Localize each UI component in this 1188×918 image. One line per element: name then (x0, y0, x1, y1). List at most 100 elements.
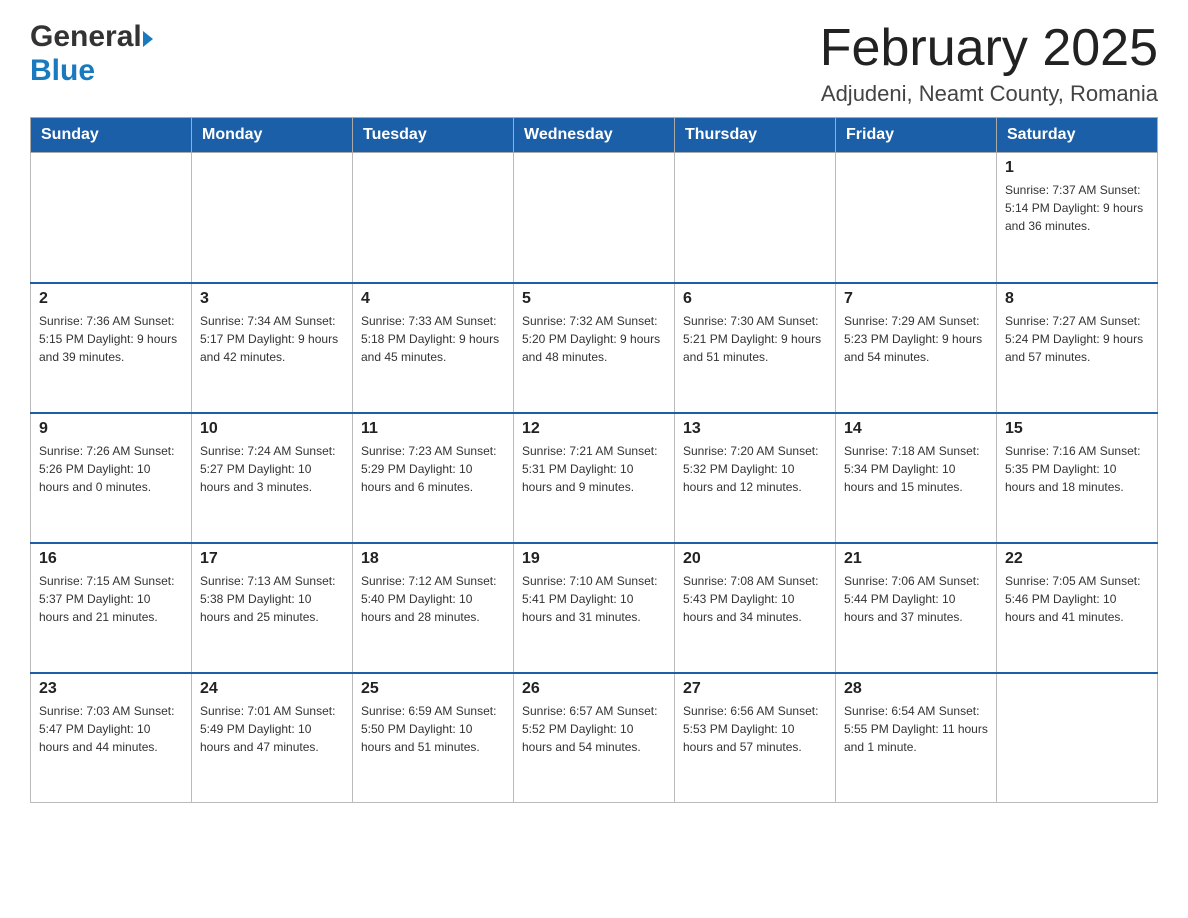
day-number: 11 (361, 420, 505, 438)
table-row: 21 Sunrise: 7:06 AM Sunset: 5:44 PM Dayli… (836, 543, 997, 673)
day-info: Sunrise: 7:08 AM Sunset: 5:43 PM Dayligh… (683, 572, 827, 626)
header-thursday: Thursday (675, 118, 836, 153)
day-info: Sunrise: 7:16 AM Sunset: 5:35 PM Dayligh… (1005, 442, 1149, 496)
day-number: 5 (522, 290, 666, 308)
day-number: 21 (844, 550, 988, 568)
day-info: Sunrise: 6:56 AM Sunset: 5:53 PM Dayligh… (683, 702, 827, 756)
table-row: 11 Sunrise: 7:23 AM Sunset: 5:29 PM Dayli… (353, 413, 514, 543)
table-row: 28 Sunrise: 6:54 AM Sunset: 5:55 PM Dayli… (836, 673, 997, 803)
table-row (675, 153, 836, 283)
title-block: February 2025 Adjudeni, Neamt County, Ro… (820, 20, 1158, 107)
header-friday: Friday (836, 118, 997, 153)
logo-blue-text: Blue (30, 54, 95, 87)
day-number: 15 (1005, 420, 1149, 438)
table-row: 6 Sunrise: 7:30 AM Sunset: 5:21 PM Daylig… (675, 283, 836, 413)
day-info: Sunrise: 7:12 AM Sunset: 5:40 PM Dayligh… (361, 572, 505, 626)
day-number: 14 (844, 420, 988, 438)
day-number: 18 (361, 550, 505, 568)
table-row: 22Sunrise: 7:05 AM Sunset: 5:46 PM Dayli… (997, 543, 1158, 673)
table-row: 1 Sunrise: 7:37 AM Sunset: 5:14 PM Daylig… (997, 153, 1158, 283)
logo-arrow-icon (143, 31, 153, 47)
table-row: 15 Sunrise: 7:16 AM Sunset: 5:35 PM Dayli… (997, 413, 1158, 543)
day-info: Sunrise: 7:21 AM Sunset: 5:31 PM Dayligh… (522, 442, 666, 496)
month-title: February 2025 (820, 20, 1158, 77)
table-row: 27 Sunrise: 6:56 AM Sunset: 5:53 PM Dayli… (675, 673, 836, 803)
day-info: Sunrise: 7:20 AM Sunset: 5:32 PM Dayligh… (683, 442, 827, 496)
day-number: 20 (683, 550, 827, 568)
day-info: Sunrise: 7:13 AM Sunset: 5:38 PM Dayligh… (200, 572, 344, 626)
day-info: Sunrise: 7:01 AM Sunset: 5:49 PM Dayligh… (200, 702, 344, 756)
day-number: 10 (200, 420, 344, 438)
table-row: 2 Sunrise: 7:36 AM Sunset: 5:15 PM Daylig… (31, 283, 192, 413)
table-row: 23Sunrise: 7:03 AM Sunset: 5:47 PM Dayli… (31, 673, 192, 803)
table-row: 8 Sunrise: 7:27 AM Sunset: 5:24 PM Daylig… (997, 283, 1158, 413)
day-info: Sunrise: 7:27 AM Sunset: 5:24 PM Dayligh… (1005, 312, 1149, 366)
calendar-table: Sunday Monday Tuesday Wednesday Thursday… (30, 117, 1158, 803)
day-number: 25 (361, 680, 505, 698)
day-number: 27 (683, 680, 827, 698)
page-header: General Blue February 2025 Adjudeni, Nea… (30, 20, 1158, 107)
table-row: 4 Sunrise: 7:33 AM Sunset: 5:18 PM Daylig… (353, 283, 514, 413)
day-info: Sunrise: 7:29 AM Sunset: 5:23 PM Dayligh… (844, 312, 988, 366)
table-row: 19 Sunrise: 7:10 AM Sunset: 5:41 PM Dayli… (514, 543, 675, 673)
table-row: 14Sunrise: 7:18 AM Sunset: 5:34 PM Dayli… (836, 413, 997, 543)
day-number: 28 (844, 680, 988, 698)
day-number: 13 (683, 420, 827, 438)
header-wednesday: Wednesday (514, 118, 675, 153)
day-info: Sunrise: 7:33 AM Sunset: 5:18 PM Dayligh… (361, 312, 505, 366)
table-row: 18 Sunrise: 7:12 AM Sunset: 5:40 PM Dayli… (353, 543, 514, 673)
day-number: 9 (39, 420, 183, 438)
day-number: 19 (522, 550, 666, 568)
day-info: Sunrise: 7:15 AM Sunset: 5:37 PM Dayligh… (39, 572, 183, 626)
logo-general-text: General (30, 20, 142, 54)
weekday-header-row: Sunday Monday Tuesday Wednesday Thursday… (31, 118, 1158, 153)
day-number: 1 (1005, 159, 1149, 177)
day-info: Sunrise: 7:26 AM Sunset: 5:26 PM Dayligh… (39, 442, 183, 496)
day-info: Sunrise: 7:24 AM Sunset: 5:27 PM Dayligh… (200, 442, 344, 496)
table-row: 20 Sunrise: 7:08 AM Sunset: 5:43 PM Dayli… (675, 543, 836, 673)
table-row (514, 153, 675, 283)
day-number: 26 (522, 680, 666, 698)
day-number: 8 (1005, 290, 1149, 308)
day-info: Sunrise: 7:30 AM Sunset: 5:21 PM Dayligh… (683, 312, 827, 366)
day-number: 7 (844, 290, 988, 308)
header-monday: Monday (192, 118, 353, 153)
day-number: 24 (200, 680, 344, 698)
day-number: 17 (200, 550, 344, 568)
table-row: 5 Sunrise: 7:32 AM Sunset: 5:20 PM Daylig… (514, 283, 675, 413)
day-number: 12 (522, 420, 666, 438)
table-row: 12 Sunrise: 7:21 AM Sunset: 5:31 PM Dayli… (514, 413, 675, 543)
header-sunday: Sunday (31, 118, 192, 153)
location-title: Adjudeni, Neamt County, Romania (820, 81, 1158, 107)
table-row: 13 Sunrise: 7:20 AM Sunset: 5:32 PM Dayli… (675, 413, 836, 543)
table-row: 25Sunrise: 6:59 AM Sunset: 5:50 PM Dayli… (353, 673, 514, 803)
table-row (836, 153, 997, 283)
day-info: Sunrise: 7:10 AM Sunset: 5:41 PM Dayligh… (522, 572, 666, 626)
day-number: 3 (200, 290, 344, 308)
day-info: Sunrise: 7:06 AM Sunset: 5:44 PM Dayligh… (844, 572, 988, 626)
day-number: 16 (39, 550, 183, 568)
table-row: 26 Sunrise: 6:57 AM Sunset: 5:52 PM Dayli… (514, 673, 675, 803)
table-row: 9 Sunrise: 7:26 AM Sunset: 5:26 PM Daylig… (31, 413, 192, 543)
table-row: 3Sunrise: 7:34 AM Sunset: 5:17 PM Daylig… (192, 283, 353, 413)
day-info: Sunrise: 7:36 AM Sunset: 5:15 PM Dayligh… (39, 312, 183, 366)
table-row: 7 Sunrise: 7:29 AM Sunset: 5:23 PM Daylig… (836, 283, 997, 413)
day-info: Sunrise: 7:05 AM Sunset: 5:46 PM Dayligh… (1005, 572, 1149, 626)
day-number: 6 (683, 290, 827, 308)
day-info: Sunrise: 6:57 AM Sunset: 5:52 PM Dayligh… (522, 702, 666, 756)
day-info: Sunrise: 7:32 AM Sunset: 5:20 PM Dayligh… (522, 312, 666, 366)
table-row: 10 Sunrise: 7:24 AM Sunset: 5:27 PM Dayli… (192, 413, 353, 543)
day-info: Sunrise: 6:54 AM Sunset: 5:55 PM Dayligh… (844, 702, 988, 756)
header-saturday: Saturday (997, 118, 1158, 153)
day-number: 4 (361, 290, 505, 308)
day-info: Sunrise: 7:23 AM Sunset: 5:29 PM Dayligh… (361, 442, 505, 496)
table-row: 17 Sunrise: 7:13 AM Sunset: 5:38 PM Dayli… (192, 543, 353, 673)
table-row (353, 153, 514, 283)
day-info: Sunrise: 7:37 AM Sunset: 5:14 PM Dayligh… (1005, 181, 1149, 235)
table-row (31, 153, 192, 283)
table-row (192, 153, 353, 283)
table-row (997, 673, 1158, 803)
header-tuesday: Tuesday (353, 118, 514, 153)
day-number: 2 (39, 290, 183, 308)
table-row: 24 Sunrise: 7:01 AM Sunset: 5:49 PM Dayli… (192, 673, 353, 803)
